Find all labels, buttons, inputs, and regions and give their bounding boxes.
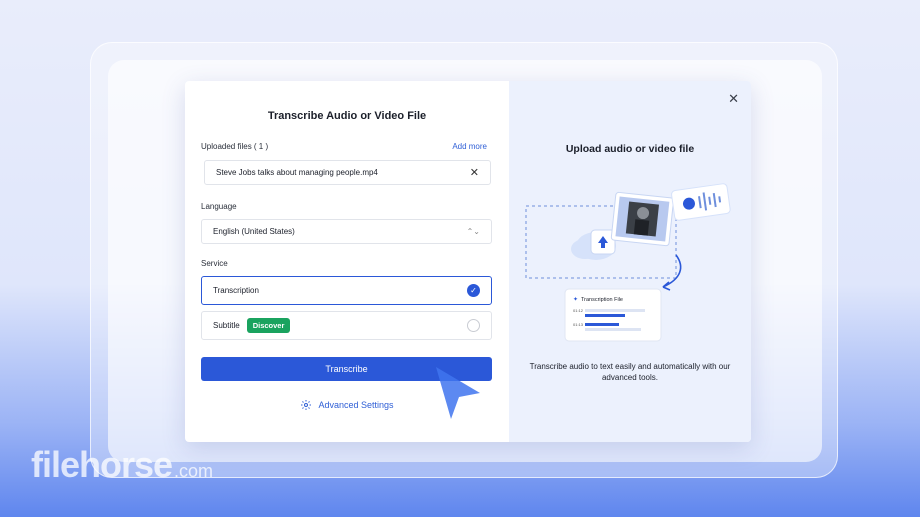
- language-label: Language: [201, 202, 237, 211]
- dialog-title: Transcribe Audio or Video File: [267, 110, 427, 122]
- gear-icon: [301, 400, 312, 410]
- service-option-subtitle[interactable]: Subtitle Discover: [201, 311, 492, 340]
- language-value: English (United States): [213, 227, 295, 236]
- add-more-link[interactable]: Add more: [452, 142, 487, 151]
- audio-wave-card: [671, 183, 731, 221]
- watermark-main: filehorse: [31, 444, 173, 485]
- updown-chevron-icon: ⌃⌄: [466, 227, 480, 236]
- pointer-cursor-icon: [436, 367, 480, 419]
- transcription-file-card: ✦ Transcription File 01:12 01:13: [564, 288, 662, 342]
- card-title: Transcription File: [581, 297, 623, 303]
- service-option-label: Transcription: [213, 286, 259, 295]
- service-option-transcription[interactable]: Transcription ✓: [201, 276, 492, 305]
- svg-text:✦: ✦: [573, 296, 578, 303]
- panel-title: Upload audio or video file: [565, 143, 695, 155]
- uploaded-file-row: Steve Jobs talks about managing people.m…: [204, 160, 491, 185]
- radio-button[interactable]: [467, 319, 480, 332]
- file-name: Steve Jobs talks about managing people.m…: [216, 168, 378, 177]
- advanced-settings-label: Advanced Settings: [318, 400, 394, 410]
- cloud-upload-icon: [571, 229, 616, 260]
- card-time-2: 01:13: [573, 322, 584, 327]
- uploaded-files-label: Uploaded files ( 1 ): [201, 142, 269, 151]
- close-icon[interactable]: ✕: [728, 91, 739, 107]
- watermark-suffix: .com: [174, 461, 214, 481]
- card-time-1: 01:12: [573, 308, 584, 313]
- checkmark-icon: ✓: [467, 284, 480, 297]
- remove-file-icon[interactable]: ✕: [470, 166, 479, 179]
- language-select[interactable]: English (United States) ⌃⌄: [201, 219, 492, 244]
- service-label: Service: [201, 259, 228, 268]
- video-thumbnail: [610, 191, 674, 247]
- discover-badge: Discover: [246, 318, 291, 333]
- upload-illustration: ✦ Transcription File 01:12 01:13: [525, 183, 731, 342]
- info-panel: ✕ Upload audio or video file ✦ Transcrip…: [509, 81, 751, 442]
- service-option-label: Subtitle: [213, 321, 240, 330]
- panel-description: Transcribe audio to text easily and auto…: [529, 362, 731, 382]
- filehorse-watermark: filehorse .com: [31, 444, 213, 486]
